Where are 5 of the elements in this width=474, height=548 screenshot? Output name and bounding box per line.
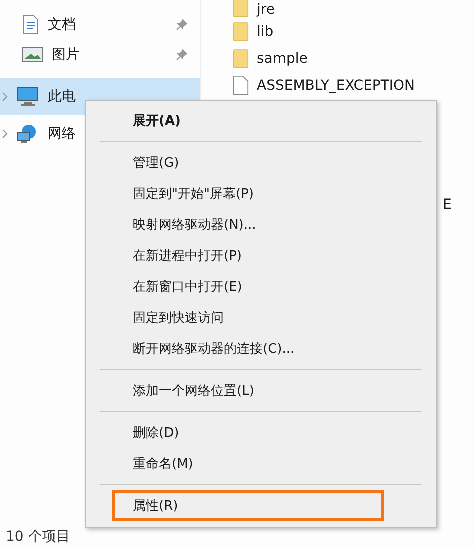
nav-label: 此电 (48, 88, 77, 106)
item-count: 10 个项目 (6, 528, 70, 546)
nav-label: 文档 (48, 16, 77, 34)
nav-label: 图片 (52, 46, 81, 64)
nav-label: 网络 (48, 124, 77, 142)
